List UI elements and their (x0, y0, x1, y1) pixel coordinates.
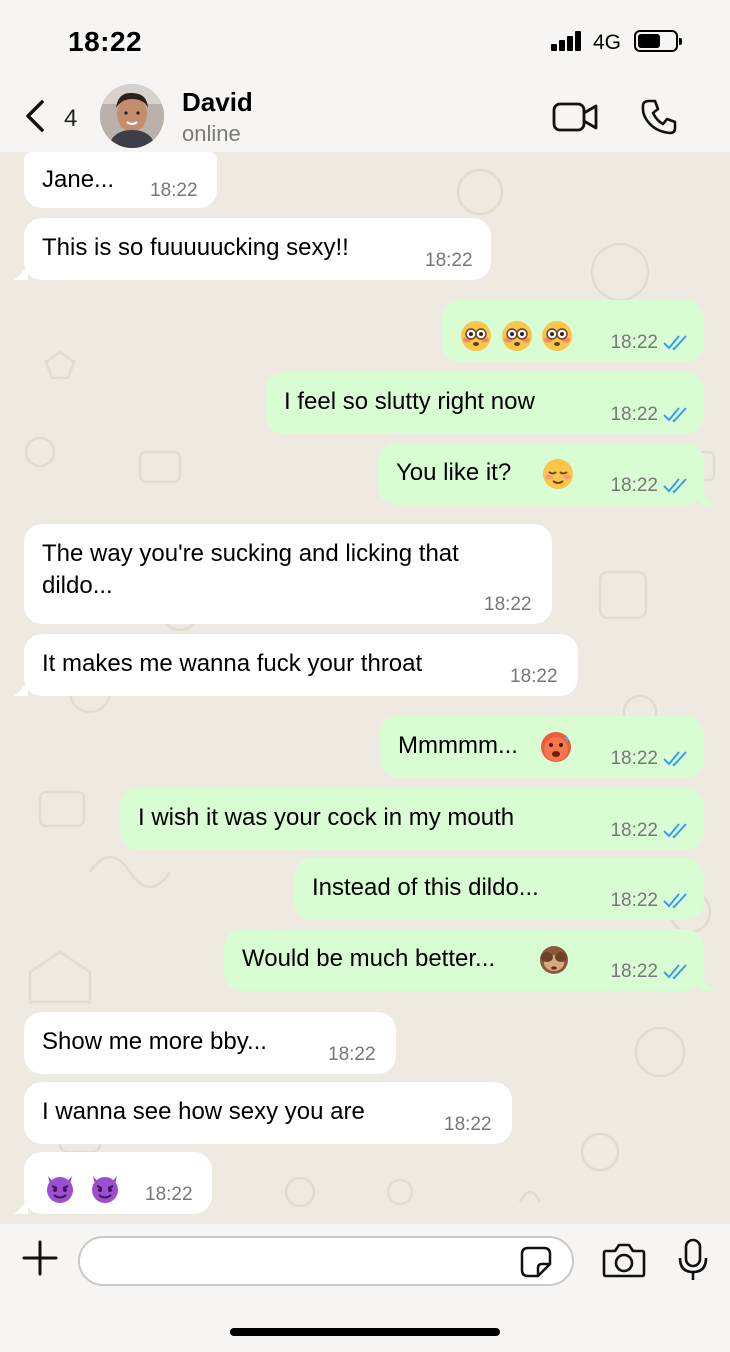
bubble-tail (14, 680, 28, 696)
contact-status: online (182, 121, 241, 146)
incoming-message[interactable]: The way you're sucking and licking that … (24, 524, 552, 624)
flushed-face-icon (501, 320, 532, 351)
message-text: You like it? (396, 459, 512, 486)
outgoing-message[interactable]: Instead of this dildo... 18:22 (294, 858, 704, 920)
outgoing-message[interactable]: I wish it was your cock in my mouth 18:2… (120, 788, 704, 850)
incoming-message[interactable]: I wanna see how sexy you are 18:22 (24, 1082, 512, 1144)
message-time: 18:22 (510, 666, 558, 687)
outgoing-message[interactable]: Would be much better... 18:22 (224, 929, 704, 991)
message-emoji-group (44, 1167, 121, 1207)
read-receipt-icon (663, 964, 687, 980)
message-text-line2: dildo... (42, 572, 113, 599)
message-time: 18:22 (425, 250, 473, 271)
status-bar: 18:22 4G (0, 0, 730, 78)
battery-icon (634, 30, 682, 52)
bubble-tail (700, 975, 714, 991)
outgoing-message[interactable]: 18:22 (442, 300, 704, 362)
message-time: 18:22 (610, 890, 658, 911)
outgoing-message[interactable]: You like it? 18:22 (378, 443, 704, 505)
incoming-message[interactable]: 18:22 (24, 1152, 212, 1214)
bubble-tail (14, 264, 28, 280)
smiling-face-with-horns-icon (91, 1175, 118, 1203)
read-receipt-icon (663, 751, 687, 767)
microphone-icon[interactable] (678, 1238, 708, 1282)
see-no-evil-monkey-icon (540, 946, 568, 974)
message-input[interactable] (78, 1236, 574, 1286)
message-time: 18:22 (484, 594, 532, 615)
message-time: 18:22 (328, 1044, 376, 1065)
message-time: 18:22 (610, 748, 658, 769)
message-text: Instead of this dildo... (312, 874, 539, 901)
flushed-face-icon (461, 320, 491, 351)
message-text: Jane... (42, 166, 115, 193)
read-receipt-icon (663, 335, 687, 351)
status-time: 18:22 (68, 26, 143, 57)
outgoing-message[interactable]: I feel so slutty right now 18:22 (266, 372, 704, 434)
message-text: It makes me wanna fuck your throat (42, 650, 423, 677)
incoming-message[interactable]: Show me more bby... 18:22 (24, 1012, 396, 1074)
message-time: 18:22 (610, 475, 658, 496)
message-text: Mmmmm... (398, 732, 518, 759)
avatar[interactable] (100, 84, 164, 148)
message-text: This is so fuuuuucking sexy!! (42, 234, 349, 261)
message-time: 18:22 (610, 961, 658, 982)
bubble-tail (14, 1198, 28, 1214)
message-emoji-group (460, 315, 573, 355)
message-time: 18:22 (145, 1184, 193, 1205)
incoming-message[interactable]: It makes me wanna fuck your throat 18:22 (24, 634, 578, 696)
message-time: 18:22 (610, 404, 658, 425)
message-time: 18:22 (150, 180, 198, 201)
chat-area[interactable]: Jane... 18:22 This is so fuuuuucking sex… (0, 152, 730, 1224)
message-time: 18:22 (610, 332, 658, 353)
read-receipt-icon (663, 893, 687, 909)
outgoing-message[interactable]: Mmmmm... 18:22 (380, 716, 704, 778)
smiling-face-with-horns-icon (47, 1175, 73, 1203)
read-receipt-icon (663, 823, 687, 839)
composer-bar (0, 1224, 730, 1352)
message-text: I feel so slutty right now (284, 388, 535, 415)
back-chevron-icon[interactable] (20, 98, 50, 134)
hot-face-icon (541, 732, 571, 762)
message-time: 18:22 (610, 820, 658, 841)
home-indicator[interactable] (230, 1328, 500, 1336)
read-receipt-icon (663, 407, 687, 423)
video-call-icon[interactable] (552, 102, 598, 132)
message-text: Show me more bby... (42, 1028, 267, 1055)
message-text: I wanna see how sexy you are (42, 1098, 365, 1125)
message-time: 18:22 (444, 1114, 492, 1135)
flushed-face-icon (542, 320, 573, 351)
contact-name[interactable]: David (182, 87, 253, 118)
chat-header: 4 David online (0, 78, 730, 152)
signal-icon (551, 31, 583, 51)
network-type: 4G (593, 31, 622, 54)
plus-icon[interactable] (22, 1240, 58, 1276)
sticker-icon[interactable] (520, 1246, 552, 1278)
incoming-message[interactable]: This is so fuuuuucking sexy!! 18:22 (24, 218, 491, 280)
relieved-face-icon (543, 459, 573, 489)
phone-call-icon[interactable] (640, 98, 678, 136)
message-text: I wish it was your cock in my mouth (138, 804, 515, 831)
message-text: Would be much better... (242, 945, 496, 972)
read-receipt-icon (663, 478, 687, 494)
incoming-message[interactable]: Jane... 18:22 (24, 152, 217, 208)
bubble-tail (700, 489, 714, 505)
unread-count[interactable]: 4 (64, 105, 77, 133)
camera-icon[interactable] (602, 1242, 646, 1278)
